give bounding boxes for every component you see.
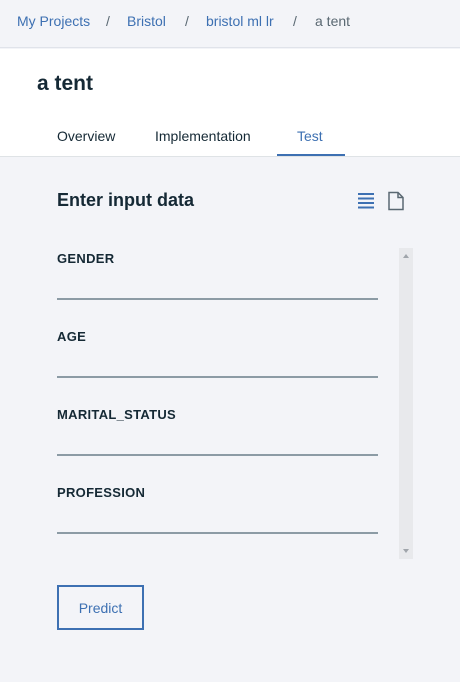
- section-title: Enter input data: [57, 190, 195, 210]
- gender-label: GENDER: [57, 251, 115, 266]
- tab-implementation[interactable]: Implementation: [155, 128, 251, 144]
- list-view-icon[interactable]: [356, 191, 376, 211]
- form-scrollbar[interactable]: [399, 248, 413, 559]
- breadcrumb-link-bristol[interactable]: Bristol: [127, 13, 166, 29]
- scroll-down-icon[interactable]: [403, 549, 409, 553]
- page-header: a tent Overview Implementation Test: [0, 49, 460, 157]
- breadcrumb-separator: /: [106, 13, 110, 29]
- document-view-icon[interactable]: [386, 191, 406, 211]
- breadcrumb: My Projects / Bristol / bristol ml lr / …: [0, 0, 460, 48]
- input-form: GENDER AGE MARITAL_STATUS PROFESSION: [57, 248, 413, 559]
- scroll-up-icon[interactable]: [403, 254, 409, 258]
- tab-overview[interactable]: Overview: [57, 128, 115, 144]
- page-title: a tent: [37, 72, 94, 95]
- breadcrumb-separator: /: [185, 13, 189, 29]
- profession-input[interactable]: [57, 508, 378, 534]
- gender-input[interactable]: [57, 274, 378, 300]
- breadcrumb-link-bristol-ml-lr[interactable]: bristol ml lr: [206, 13, 274, 29]
- marital-status-label: MARITAL_STATUS: [57, 407, 177, 422]
- age-input[interactable]: [57, 352, 378, 378]
- breadcrumb-link-my-projects[interactable]: My Projects: [17, 13, 90, 29]
- active-tab-indicator: [277, 154, 345, 156]
- breadcrumb-separator: /: [293, 13, 297, 29]
- age-label: AGE: [57, 329, 87, 344]
- predict-button[interactable]: Predict: [57, 585, 144, 630]
- profession-label: PROFESSION: [57, 485, 146, 500]
- marital-status-input[interactable]: [57, 430, 378, 456]
- breadcrumb-current: a tent: [315, 13, 351, 29]
- tab-test[interactable]: Test: [297, 128, 323, 144]
